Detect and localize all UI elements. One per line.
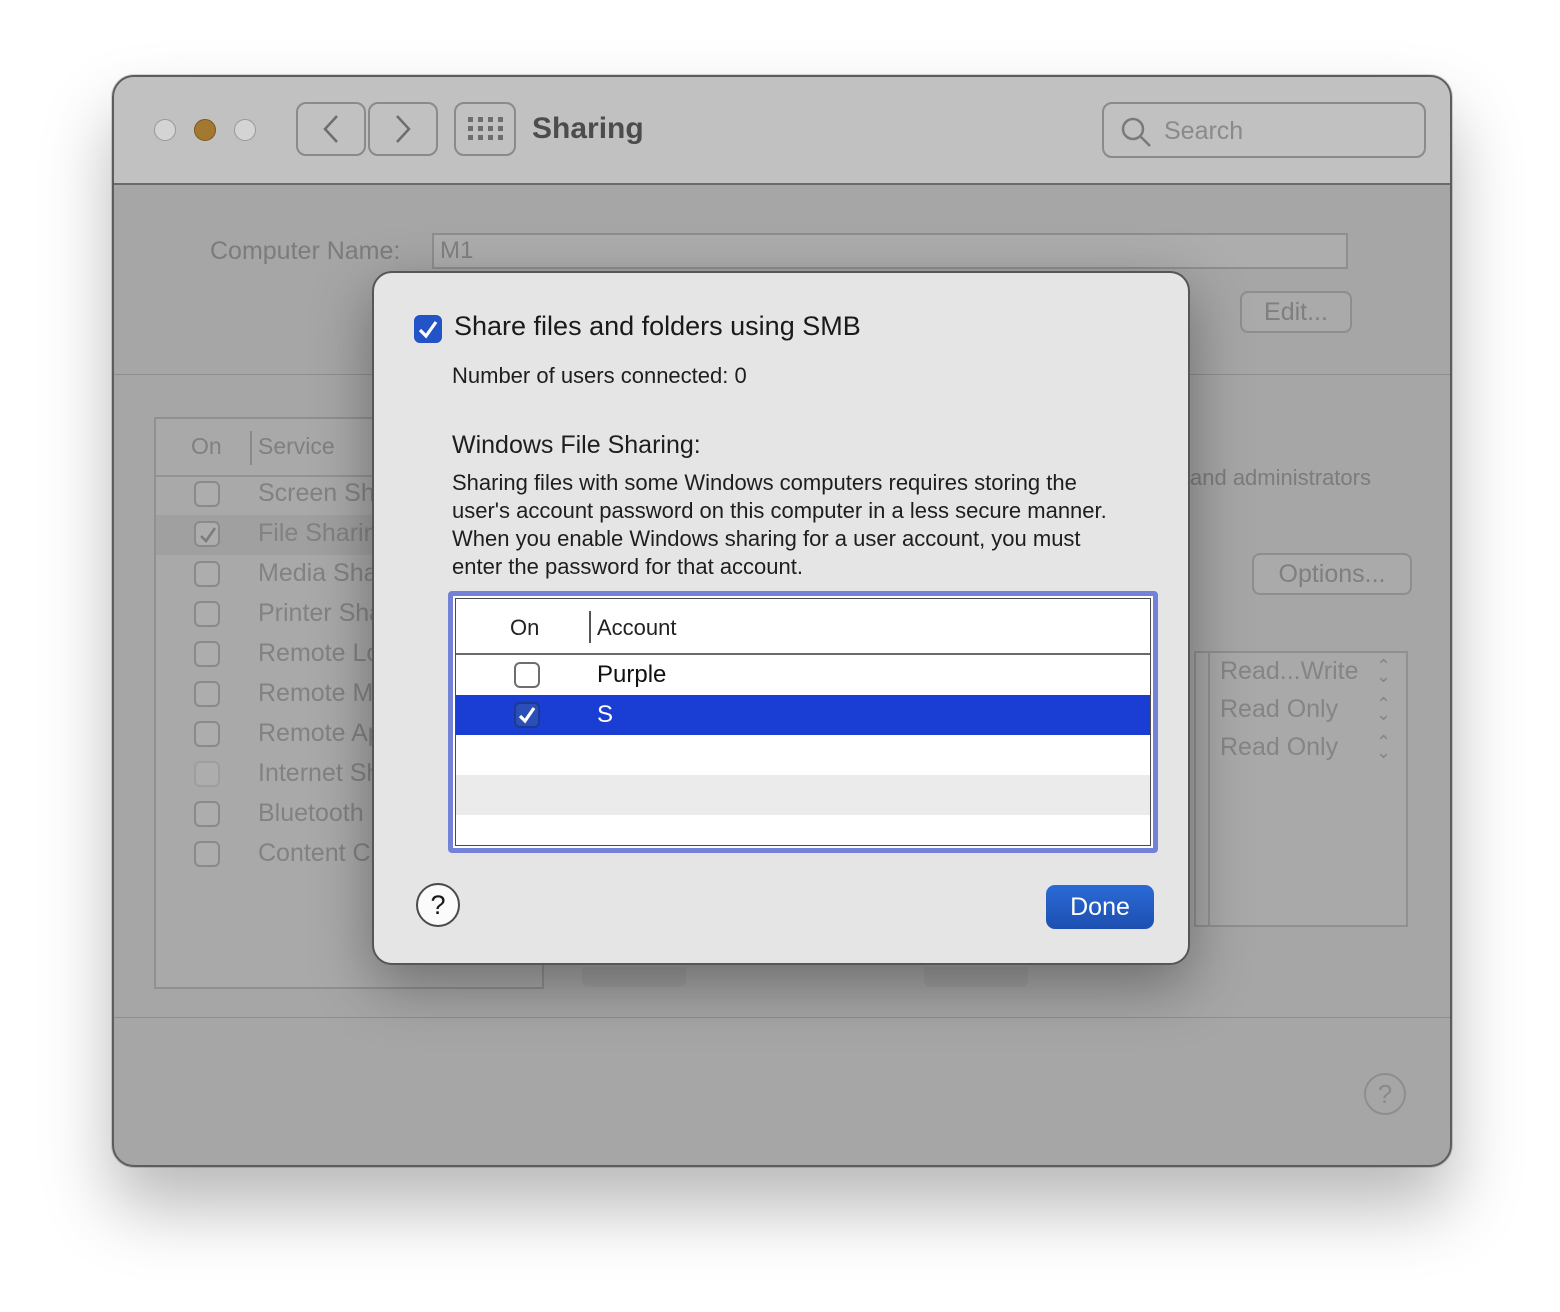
service-label: Internet Sh xyxy=(258,759,381,787)
permission-popup[interactable]: Read Only ⌃ ⌄ xyxy=(1220,695,1391,724)
column-header-on: On xyxy=(191,433,222,459)
windows-file-sharing-description: Sharing files with some Windows computer… xyxy=(452,470,1107,579)
checkmark-icon xyxy=(200,527,217,543)
service-label: Bluetooth xyxy=(258,799,364,827)
service-label: Screen Sh xyxy=(258,479,375,507)
done-button[interactable]: Done xyxy=(1046,885,1154,929)
service-checkbox[interactable] xyxy=(194,801,220,827)
help-button[interactable]: ? xyxy=(416,883,460,927)
search-icon xyxy=(1121,117,1151,147)
window-title: Sharing xyxy=(532,112,644,145)
accounts-table[interactable]: On Account Purple S xyxy=(448,591,1158,853)
accounts-table-header: On Account xyxy=(456,599,1150,655)
service-label: Content C xyxy=(258,839,371,867)
empty-row xyxy=(456,735,1150,775)
account-row[interactable]: Purple xyxy=(456,655,1150,695)
users-connected-text: Number of users connected: 0 xyxy=(452,363,747,388)
column-divider xyxy=(250,431,252,465)
smb-options-sheet: Share files and folders using SMB Number… xyxy=(372,271,1190,965)
service-label: Remote Ap xyxy=(258,719,382,747)
permission-value: Read Only xyxy=(1220,695,1339,723)
service-label: Media Sha xyxy=(258,559,378,587)
up-down-arrows-icon: ⌃ ⌄ xyxy=(1376,656,1392,686)
chevron-right-icon xyxy=(396,115,411,143)
permissions-list: Read...Write ⌃ ⌄ Read Only ⌃ ⌄ Read Only ⌃… xyxy=(1194,651,1408,927)
service-checkbox[interactable] xyxy=(194,521,220,547)
minimize-window-button[interactable] xyxy=(194,119,216,141)
edit-button[interactable]: Edit... xyxy=(1240,291,1352,333)
options-button[interactable]: Options... xyxy=(1252,553,1412,595)
service-checkbox[interactable] xyxy=(194,681,220,707)
computer-name-label: Computer Name: xyxy=(210,237,401,265)
close-window-button[interactable] xyxy=(154,119,176,141)
empty-row xyxy=(456,775,1150,815)
checkmark-icon xyxy=(418,321,438,339)
account-name: Purple xyxy=(597,661,667,688)
add-remove-buttons[interactable] xyxy=(582,967,686,987)
permission-value: Read...Write xyxy=(1220,657,1359,685)
accounts-table-body: On Account Purple S xyxy=(455,598,1151,846)
windows-file-sharing-heading: Windows File Sharing: xyxy=(452,431,701,459)
chevron-left-icon xyxy=(323,115,338,143)
computer-name-field[interactable]: M1 xyxy=(432,233,1348,269)
column-header-service: Service xyxy=(258,433,335,459)
account-name: S xyxy=(597,701,614,728)
show-all-button[interactable] xyxy=(454,102,516,156)
divider xyxy=(114,1017,1450,1018)
service-checkbox[interactable] xyxy=(194,561,220,587)
add-remove-buttons[interactable] xyxy=(924,967,1028,987)
up-down-arrows-icon: ⌃ ⌄ xyxy=(1376,732,1392,762)
service-checkbox[interactable] xyxy=(194,841,220,867)
grid-icon xyxy=(468,117,503,140)
service-checkbox[interactable] xyxy=(194,601,220,627)
service-checkbox[interactable] xyxy=(194,761,220,787)
back-button[interactable] xyxy=(296,102,366,156)
service-checkbox[interactable] xyxy=(194,481,220,507)
column-divider xyxy=(1208,653,1210,925)
service-label: Remote Lo xyxy=(258,639,381,667)
account-checkbox[interactable] xyxy=(514,702,540,728)
search-field[interactable] xyxy=(1102,102,1426,158)
forward-button[interactable] xyxy=(368,102,438,156)
account-row-selected[interactable]: S xyxy=(456,695,1150,735)
search-input[interactable] xyxy=(1162,112,1416,150)
permission-value: Read Only xyxy=(1220,733,1339,761)
service-label: Remote M xyxy=(258,679,374,707)
smb-checkbox-label[interactable]: Share files and folders using SMB xyxy=(454,311,861,342)
empty-row xyxy=(456,815,1150,848)
smb-checkbox[interactable] xyxy=(414,315,442,343)
column-divider xyxy=(589,611,591,643)
titlebar: Sharing xyxy=(114,77,1450,185)
service-checkbox[interactable] xyxy=(194,721,220,747)
up-down-arrows-icon: ⌃ ⌄ xyxy=(1376,694,1392,724)
column-header-account: Account xyxy=(597,615,677,640)
service-label: File Sharin xyxy=(258,519,378,547)
checkmark-icon xyxy=(518,707,536,724)
service-checkbox[interactable] xyxy=(194,641,220,667)
access-description: and administrators xyxy=(1190,465,1371,490)
zoom-window-button[interactable] xyxy=(234,119,256,141)
column-header-on: On xyxy=(510,615,540,640)
service-label: Printer Sha xyxy=(258,599,384,627)
permission-popup[interactable]: Read...Write ⌃ ⌄ xyxy=(1220,657,1391,686)
permission-popup[interactable]: Read Only ⌃ ⌄ xyxy=(1220,733,1391,762)
help-button[interactable]: ? xyxy=(1364,1073,1406,1115)
account-checkbox[interactable] xyxy=(514,662,540,688)
